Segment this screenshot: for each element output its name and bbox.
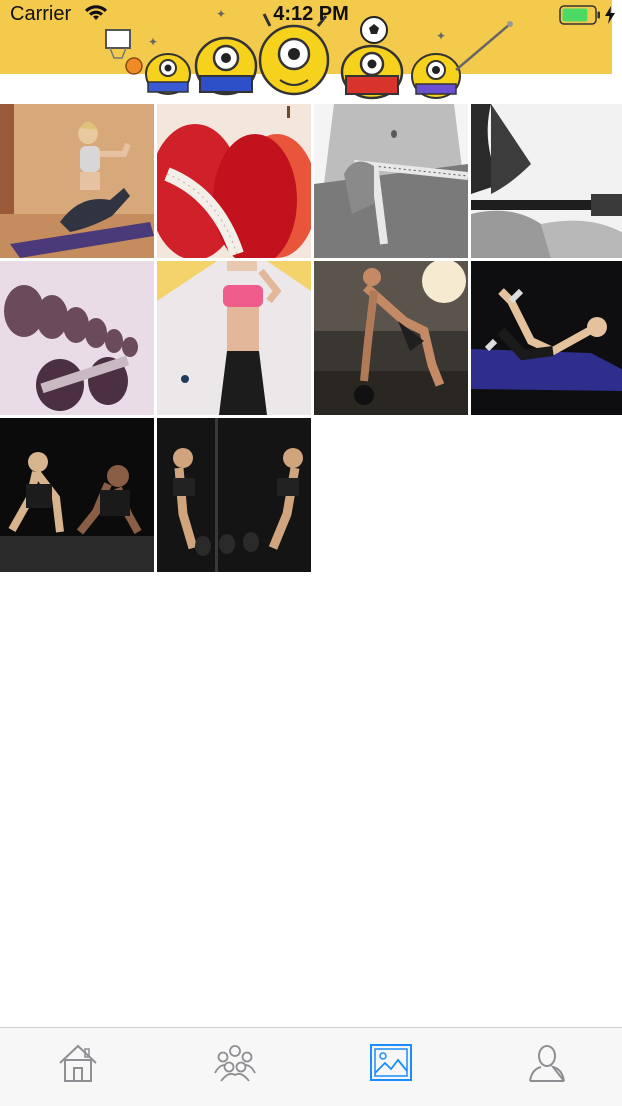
dumbbell-row-photo-icon (314, 261, 468, 415)
yoga-woman-photo-icon (0, 104, 154, 258)
fit-woman-sport-bra-photo-icon (157, 261, 311, 415)
tab-gallery[interactable] (361, 1038, 421, 1088)
gallery-item-dumbbell-row[interactable] (314, 261, 468, 415)
charging-icon (604, 5, 616, 30)
waist-measuring-tape-photo-icon (314, 104, 468, 258)
home-icon (59, 1044, 97, 1082)
community-icon (214, 1045, 256, 1082)
svg-text:✦: ✦ (436, 29, 446, 43)
profile-icon (529, 1045, 565, 1082)
gallery-item-crunches[interactable] (471, 261, 622, 415)
tab-community[interactable] (205, 1038, 265, 1088)
status-bar: Carrier 4:12 PM (0, 0, 622, 30)
svg-text:✦: ✦ (148, 35, 158, 49)
crunches-mat-photo-icon (471, 261, 622, 415)
gallery-item-waist[interactable] (314, 104, 468, 258)
gallery-item-yoga[interactable] (0, 104, 154, 258)
apples-measuring-tape-photo-icon (157, 104, 311, 258)
screen: Carrier 4:12 PM ✦ ✦ ✦ (0, 0, 622, 1106)
gallery-item-mirror-dumbbell[interactable] (157, 418, 311, 572)
gallery-item-apples[interactable] (157, 104, 311, 258)
header-banner: Carrier 4:12 PM ✦ ✦ ✦ (0, 0, 622, 104)
dumbbell-rack-photo-icon (0, 261, 154, 415)
gallery-item-couple-pushups[interactable] (0, 418, 154, 572)
status-time: 4:12 PM (273, 3, 349, 25)
tab-bar (0, 1027, 622, 1106)
battery-icon (559, 5, 601, 30)
couple-pushups-photo-icon (0, 418, 154, 572)
mirror-dumbbell-photo-icon (157, 418, 311, 572)
tab-profile[interactable] (517, 1038, 577, 1088)
gallery-item-barbell[interactable] (471, 104, 622, 258)
gallery-item-fit-woman[interactable] (157, 261, 311, 415)
gallery-icon (370, 1044, 412, 1081)
tab-home[interactable] (48, 1038, 108, 1088)
barbell-lift-photo-icon (471, 104, 622, 258)
gallery-item-dumbbell-rack[interactable] (0, 261, 154, 415)
